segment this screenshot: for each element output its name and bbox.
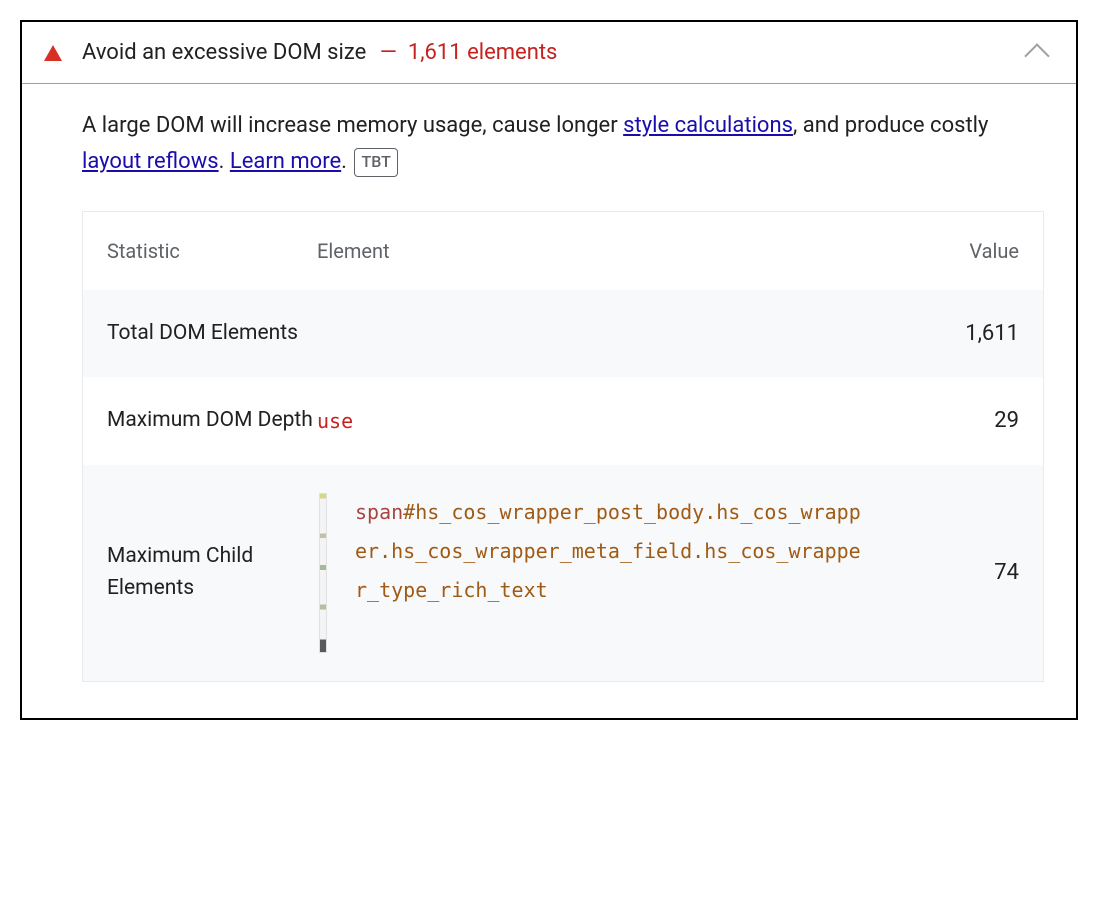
learn-more-link[interactable]: Learn more [230, 149, 341, 174]
audit-metric: — 1,611 elements [374, 40, 557, 65]
stat-label: Total DOM Elements [107, 318, 317, 350]
table-row: Maximum DOM Depth use 29 [83, 377, 1043, 465]
layout-reflows-link[interactable]: layout reflows [82, 149, 219, 174]
table-header-row: Statistic Element Value [83, 212, 1043, 290]
style-calculations-link[interactable]: style calculations [623, 113, 793, 138]
table-row: Total DOM Elements 1,611 [83, 290, 1043, 378]
table-row: Maximum Child Elements span#hs_cos_wrapp… [83, 465, 1043, 681]
audit-title: Avoid an excessive DOM size [82, 40, 366, 65]
stat-label: Maximum Child Elements [107, 541, 317, 604]
stat-element: use [317, 409, 929, 433]
dom-stats-table: Statistic Element Value Total DOM Elemen… [82, 211, 1044, 682]
audit-description: A large DOM will increase memory usage, … [82, 108, 1044, 181]
stat-element: span#hs_cos_wrapper_post_body.hs_cos_wra… [317, 493, 929, 653]
stat-value: 29 [929, 408, 1019, 433]
stat-label: Maximum DOM Depth [107, 405, 317, 437]
stat-value: 1,611 [929, 321, 1019, 346]
element-tag-code: use [317, 409, 353, 433]
col-header-element: Element [317, 239, 929, 263]
stat-value: 74 [929, 560, 1019, 585]
tbt-badge: TBT [354, 148, 397, 176]
col-header-value: Value [929, 239, 1019, 263]
chevron-up-icon [1024, 43, 1049, 68]
warning-triangle-icon [44, 45, 62, 61]
col-header-statistic: Statistic [107, 236, 317, 266]
element-thumbnail [319, 493, 327, 653]
audit-body: A large DOM will increase memory usage, … [22, 84, 1076, 718]
element-selector-code: span#hs_cos_wrapper_post_body.hs_cos_wra… [355, 493, 865, 610]
audit-header[interactable]: Avoid an excessive DOM size — 1,611 elem… [22, 22, 1076, 84]
audit-panel: Avoid an excessive DOM size — 1,611 elem… [20, 20, 1078, 720]
